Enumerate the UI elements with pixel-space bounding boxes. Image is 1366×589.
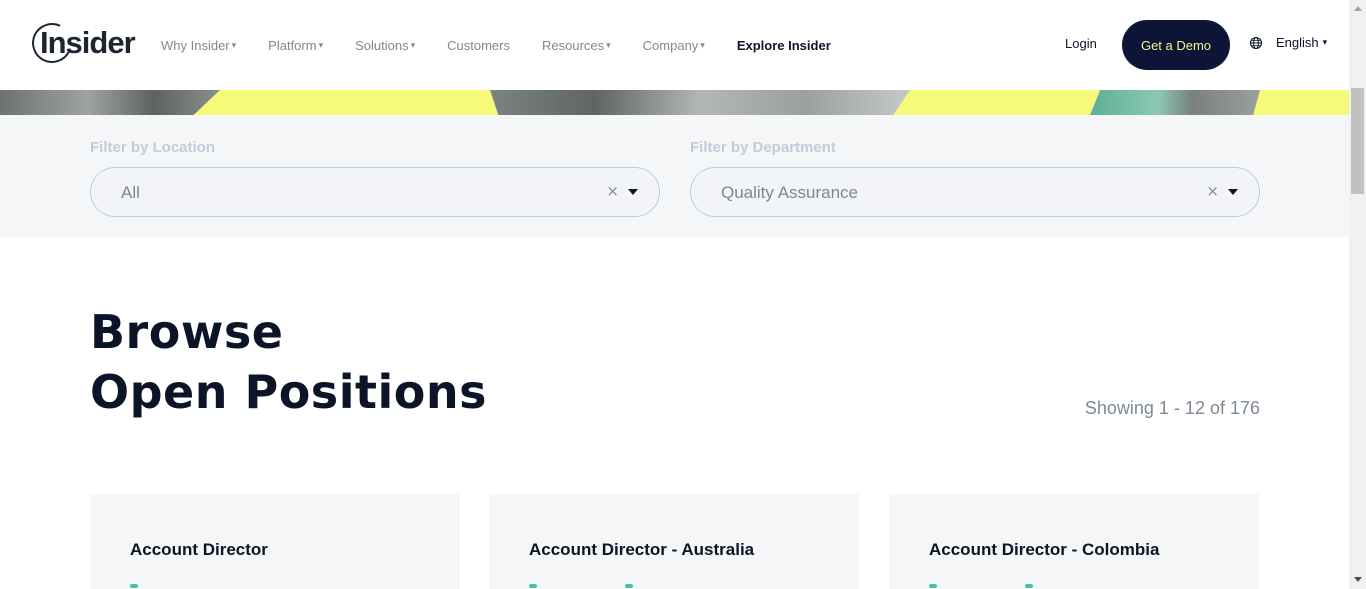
nav-company-label: Company [642,37,699,53]
hero-image-shape [0,90,220,115]
job-title[interactable]: Account Director [130,540,268,560]
dropdown-arrow-icon[interactable] [628,189,638,195]
department-filter-select[interactable]: Quality Assurance × [690,167,1260,217]
main-nav: Why Insider ▾ Platform ▾ Solutions ▾ Cus… [161,36,831,54]
page-title-line2: Open Positions [90,365,487,419]
job-meta-marker [1025,584,1033,588]
job-meta-marker [130,584,138,588]
nav-platform-label: Platform [268,37,317,53]
location-filter-select[interactable]: All × [90,167,660,217]
careers-page: Insider Why Insider ▾ Platform ▾ Solutio… [0,0,1366,589]
clear-icon[interactable]: × [1206,182,1219,200]
login-link[interactable]: Login [1065,36,1097,51]
scroll-down-icon[interactable] [1354,577,1362,582]
chevron-down-icon: ▾ [606,39,611,50]
get-demo-button[interactable]: Get a Demo [1122,20,1230,70]
chevron-down-icon: ▾ [1322,37,1328,47]
chevron-down-icon: ▾ [700,39,705,50]
nav-solutions-label: Solutions [355,37,409,53]
chevron-down-icon: ▾ [410,39,416,50]
job-meta-marker [529,584,537,588]
location-filter-value: All [121,183,140,202]
language-label: English [1276,35,1319,50]
job-title[interactable]: Account Director - Colombia [929,540,1159,560]
department-filter-label: Filter by Department [690,139,836,156]
site-header: Insider Why Insider ▾ Platform ▾ Solutio… [0,0,1349,90]
job-meta-marker [929,584,937,588]
scrollbar-thumb[interactable] [1351,88,1364,194]
hero-image-shape [490,90,910,115]
department-filter-value: Quality Assurance [721,183,859,202]
job-card[interactable]: Account Director - Colombia [889,494,1259,589]
job-meta-marker [625,584,633,588]
chevron-down-icon: ▾ [318,39,324,50]
nav-why-insider[interactable]: Why Insider ▾ [161,38,236,53]
hero-image-strip [0,90,1349,115]
globe-icon [1249,36,1263,49]
nav-explore-insider[interactable]: Explore Insider [737,38,831,53]
language-selector[interactable]: English ▾ [1249,35,1327,50]
nav-platform[interactable]: Platform ▾ [268,38,323,53]
clear-icon[interactable]: × [606,182,619,200]
nav-customers-label: Customers [447,37,510,53]
logo-text: Insider [40,25,136,60]
hero-image-shape [1090,90,1260,115]
page-title-line1: Browse [90,305,284,359]
nav-company[interactable]: Company ▾ [643,38,705,53]
location-filter-label: Filter by Location [90,139,216,156]
nav-resources[interactable]: Resources ▾ [542,38,611,53]
results-count: Showing 1 - 12 of 176 [1084,398,1260,418]
nav-solutions[interactable]: Solutions ▾ [355,38,415,53]
nav-customers[interactable]: Customers [447,38,510,53]
job-card[interactable]: Account Director - Australia [489,494,859,589]
nav-resources-label: Resources [541,37,605,53]
nav-why-insider-label: Why Insider [161,37,230,53]
job-card[interactable]: Account Director [90,494,460,589]
scroll-up-icon[interactable] [1354,6,1362,11]
insider-logo[interactable]: Insider [26,17,136,69]
nav-explore-insider-label: Explore Insider [736,37,831,53]
job-title[interactable]: Account Director - Australia [529,540,754,560]
dropdown-arrow-icon[interactable] [1228,189,1238,195]
chevron-down-icon: ▾ [231,39,237,50]
page-scrollbar[interactable] [1349,0,1366,589]
filter-bar: Filter by Location All × Filter by Depar… [0,115,1349,237]
